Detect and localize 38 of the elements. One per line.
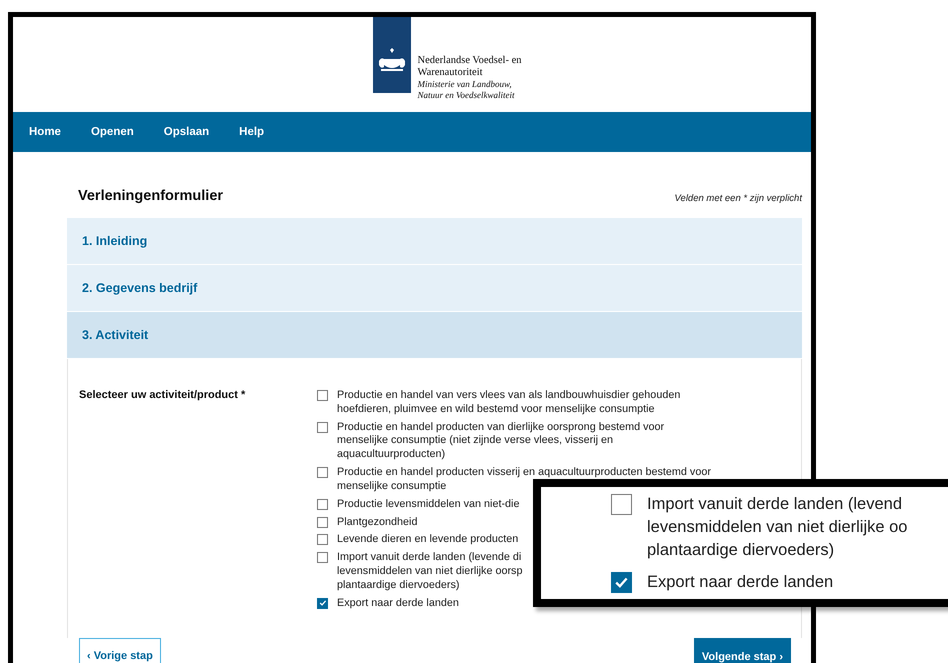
ministry-name: Natuur en Voedselkwaliteit [418, 90, 516, 101]
next-button[interactable]: Volgende stap › [694, 638, 791, 663]
accordion-header[interactable]: 3. Activiteit [67, 312, 802, 359]
accordion-header[interactable]: 2. Gegevens bedrijf [67, 265, 802, 312]
organisation-name: Warenautoriteit [418, 67, 484, 79]
checkbox[interactable] [317, 534, 328, 546]
checkbox[interactable] [317, 498, 328, 510]
checkbox[interactable] [317, 467, 328, 478]
option-label: Export naar derde landen [337, 596, 459, 610]
checkbox[interactable] [317, 390, 328, 401]
option-label: Import vanuit derde landen (levend levensmiddelen van niet dierlijke oo plantaardige diervoeders) [647, 494, 908, 561]
checkmark-icon [318, 599, 326, 607]
option-label: Import vanuit derde landen (levende di levensmiddelen van niet dierlijke oorsp plantaardige diervoeders) [337, 551, 522, 593]
option-label: Plantgezondheid [337, 516, 418, 530]
checkbox[interactable] [317, 552, 328, 564]
option-label: Export naar derde landen [647, 572, 834, 593]
checkbox[interactable] [317, 516, 328, 528]
checkbox[interactable] [611, 572, 632, 593]
checkbox[interactable] [317, 598, 328, 609]
option-label: Productie en handel producten visserij en aquacultuurproducten bestemd voor menselijke consumptie [337, 466, 711, 494]
option-label: Levende dieren en levende producten [337, 533, 518, 548]
ministry-name: Ministerie van Landbouw, [418, 79, 513, 90]
option-label: Productie levensmiddelen van niet-die [337, 498, 520, 512]
checkbox[interactable] [317, 422, 328, 433]
nav-link[interactable]: Help [239, 126, 264, 138]
field-label: Selecteer uw activiteit/product * [79, 389, 246, 401]
required-note: Velden met een * zijn verplicht [674, 193, 802, 204]
checkmark-icon [614, 575, 629, 590]
nav-link[interactable]: Home [29, 126, 61, 138]
form-title: Verleningenformulier [78, 188, 224, 204]
checkbox[interactable] [611, 494, 632, 515]
previous-button[interactable]: ‹ Vorige stap [79, 638, 161, 663]
option-label: Productie en handel van vers vlees van als landbouwhuisdier gehouden hoefdieren, pluimvee en wild bestemd voor menselijke consumptie [337, 389, 680, 417]
organisation-name: Nederlandse Voedsel- en [418, 55, 522, 67]
nav-link[interactable]: Openen [90, 126, 134, 138]
accordion-header[interactable]: 1. Inleiding [67, 218, 802, 265]
nav-link[interactable]: Opslaan [164, 126, 210, 138]
option-label: Productie en handel producten van dierlijke oorsprong bestemd voor menselijke consumptie (niet zijnde verse vlees, visserij en aquacultuurproducten) [337, 420, 664, 462]
